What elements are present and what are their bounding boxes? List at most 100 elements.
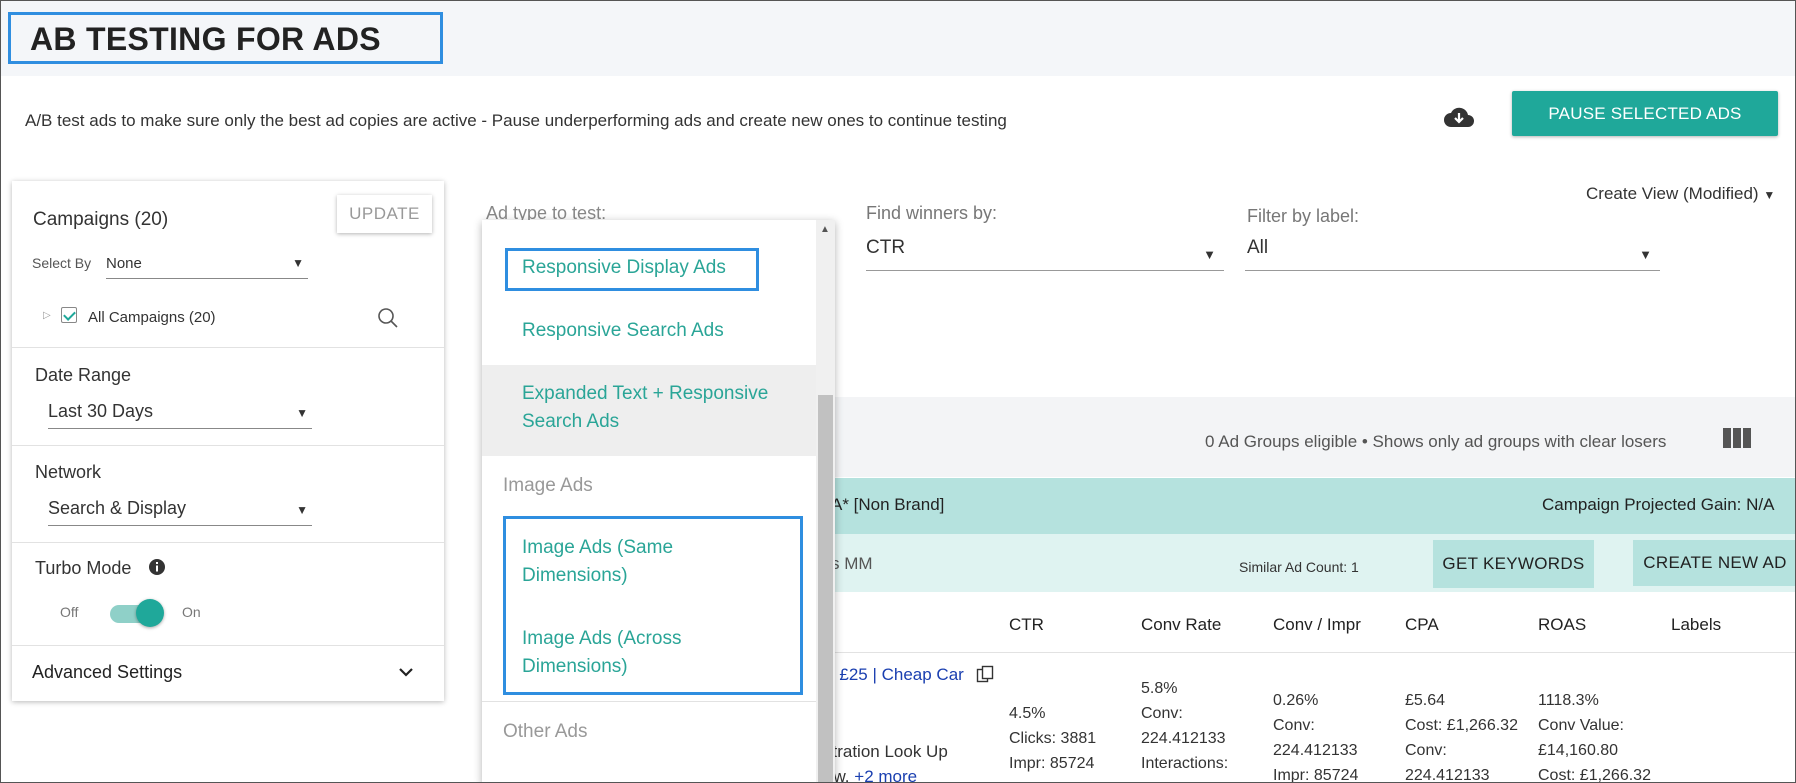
ad-headline-link[interactable]: r £25 | Cheap Car (829, 665, 964, 685)
ad-group-name: s MM (831, 554, 873, 573)
conv-rate-value: 5.8% (1141, 680, 1178, 697)
ad-description: stration Look Up (824, 742, 948, 761)
all-campaigns-checkbox[interactable] (61, 307, 77, 323)
network-value: Search & Display (48, 498, 187, 518)
filter-by-label-select[interactable]: All ▼ (1245, 237, 1660, 271)
column-header-ctr[interactable]: CTR (1009, 615, 1044, 635)
dropdown-item-responsive-search-ads[interactable]: Responsive Search Ads (522, 317, 724, 345)
network-select[interactable]: Search & Display ▼ (48, 494, 312, 526)
all-campaigns-label: All Campaigns (20) (88, 309, 216, 326)
dropdown-group-other-ads: Other Ads (503, 721, 588, 742)
dropdown-scrollbar-thumb[interactable] (818, 395, 833, 782)
scroll-up-arrow-icon[interactable]: ▲ (820, 224, 830, 235)
dropdown-group-image-ads: Image Ads (503, 475, 593, 496)
ctr-impressions: Impr: 85724 (1009, 755, 1095, 772)
caret-down-icon: ▼ (1763, 188, 1776, 202)
dropdown-item-expanded-text-responsive-search-ads[interactable]: Expanded Text + Responsive Search Ads (522, 380, 812, 436)
copy-icon[interactable] (976, 665, 994, 683)
tree-expand-icon[interactable]: ▷ (43, 310, 51, 321)
find-winners-value: CTR (866, 237, 906, 258)
page-title: AB TESTING FOR ADS (8, 12, 443, 64)
create-new-ad-button[interactable]: CREATE NEW AD (1633, 540, 1795, 586)
column-header-labels[interactable]: Labels (1671, 615, 1721, 635)
filter-by-label-label: Filter by label: (1247, 206, 1360, 226)
find-winners-label: Find winners by: (866, 203, 998, 223)
cpa-cost: Cost: £1,266.32 (1405, 717, 1518, 734)
ctr-value: 4.5% (1009, 705, 1046, 722)
dropdown-item-responsive-display-ads[interactable]: Responsive Display Ads (522, 254, 726, 282)
column-header-conv-impr[interactable]: Conv / Impr (1273, 615, 1361, 635)
filter-panel: Campaigns (20) UPDATE Select By None ▼ ▷… (12, 181, 444, 701)
advanced-settings-label[interactable]: Advanced Settings (32, 662, 182, 683)
roas-conv-value: £14,160.80 (1538, 742, 1619, 759)
campaign-name: A* [Non Brand] (831, 495, 945, 514)
ad-description: ow. +2 more (824, 764, 917, 782)
filter-by-label-value: All (1247, 237, 1269, 258)
column-header-roas[interactable]: ROAS (1538, 615, 1586, 635)
roas-conv-value-label: Conv Value: (1538, 717, 1624, 734)
info-icon[interactable] (148, 558, 166, 576)
campaigns-title: Campaigns (20) (33, 209, 169, 230)
more-link[interactable]: +2 more (854, 767, 917, 782)
pause-selected-ads-button[interactable]: PAUSE SELECTED ADS (1512, 91, 1778, 136)
caret-down-icon: ▼ (296, 406, 308, 420)
conv-impr-impressions: Impr: 85724 (1273, 767, 1359, 783)
select-by-value: None (106, 255, 142, 272)
conv-rate-interactions: Interactions: (1141, 755, 1229, 772)
select-by-dropdown[interactable]: None ▼ (106, 249, 308, 279)
create-view-dropdown[interactable]: Create View (Modified) ▼ (1586, 184, 1775, 204)
create-view-label: Create View (Modified) (1586, 184, 1759, 203)
network-label: Network (35, 462, 102, 482)
cpa-value: £5.64 (1405, 692, 1446, 709)
divider (12, 645, 444, 646)
divider (12, 445, 444, 446)
conv-rate-cell: 5.8% Conv: 224.412133 Interactions: (1141, 676, 1228, 776)
find-winners-select[interactable]: CTR ▼ (866, 237, 1224, 271)
app-window: AB TESTING FOR ADS A/B test ads to make … (0, 0, 1796, 783)
caret-down-icon: ▼ (1639, 247, 1652, 262)
roas-value: 1118.3% (1538, 692, 1599, 709)
conv-impr-value: 0.26% (1273, 692, 1319, 709)
date-range-select[interactable]: Last 30 Days ▼ (48, 397, 312, 429)
turbo-off-label: Off (60, 604, 79, 620)
conv-rate-conv-label: Conv: (1141, 705, 1183, 722)
similar-ad-count: Similar Ad Count: 1 (1239, 559, 1359, 575)
dropdown-divider (482, 701, 816, 702)
caret-down-icon: ▼ (292, 256, 304, 270)
select-by-label: Select By (32, 255, 92, 271)
conv-impr-conv-value: 224.412133 (1273, 742, 1358, 759)
ad-type-dropdown-menu: Responsive Display Ads Responsive Search… (482, 220, 835, 782)
turbo-on-label: On (182, 604, 201, 620)
turbo-toggle-knob[interactable] (136, 599, 164, 627)
conv-rate-conv-value: 224.412133 (1141, 730, 1226, 747)
conv-impr-cell: 0.26% Conv: 224.412133 Impr: 85724 (1273, 688, 1359, 783)
column-header-conv-rate[interactable]: Conv Rate (1141, 615, 1221, 635)
divider (12, 347, 444, 348)
column-header-cpa[interactable]: CPA (1405, 615, 1439, 635)
get-keywords-button[interactable]: GET KEYWORDS (1433, 540, 1594, 588)
date-range-label: Date Range (35, 365, 132, 385)
turbo-mode-label: Turbo Mode (35, 558, 132, 578)
update-button[interactable]: UPDATE (337, 195, 432, 233)
cloud-download-icon[interactable] (1443, 105, 1475, 129)
roas-cell: 1118.3% Conv Value: £14,160.80 Cost: £1,… (1538, 688, 1651, 783)
roas-cost: Cost: £1,266.32 (1538, 767, 1651, 783)
cpa-conv-label: Conv: (1405, 742, 1447, 759)
ctr-clicks: Clicks: 3881 (1009, 730, 1097, 747)
cpa-conv-value: 224.412133 (1405, 767, 1490, 783)
campaign-projected-gain: Campaign Projected Gain: N/A (1542, 495, 1775, 514)
eligible-summary: 0 Ad Groups eligible • Shows only ad gro… (1205, 432, 1667, 451)
dropdown-item-image-ads-same-dimensions[interactable]: Image Ads (Same Dimensions) (522, 534, 782, 590)
conv-impr-conv-label: Conv: (1273, 717, 1315, 734)
caret-down-icon: ▼ (296, 503, 308, 517)
ctr-cell: 4.5% Clicks: 3881 Impr: 85724 (1009, 701, 1096, 776)
divider (12, 542, 444, 543)
chevron-down-icon[interactable] (396, 662, 416, 682)
cpa-cell: £5.64 Cost: £1,266.32 Conv: 224.412133 (1405, 688, 1518, 783)
search-icon[interactable] (377, 307, 399, 329)
dropdown-item-image-ads-across-dimensions[interactable]: Image Ads (Across Dimensions) (522, 625, 782, 681)
page-subtitle: A/B test ads to make sure only the best … (25, 111, 1007, 130)
date-range-value: Last 30 Days (48, 401, 154, 421)
caret-down-icon: ▼ (1203, 247, 1216, 262)
columns-icon[interactable] (1722, 427, 1752, 449)
